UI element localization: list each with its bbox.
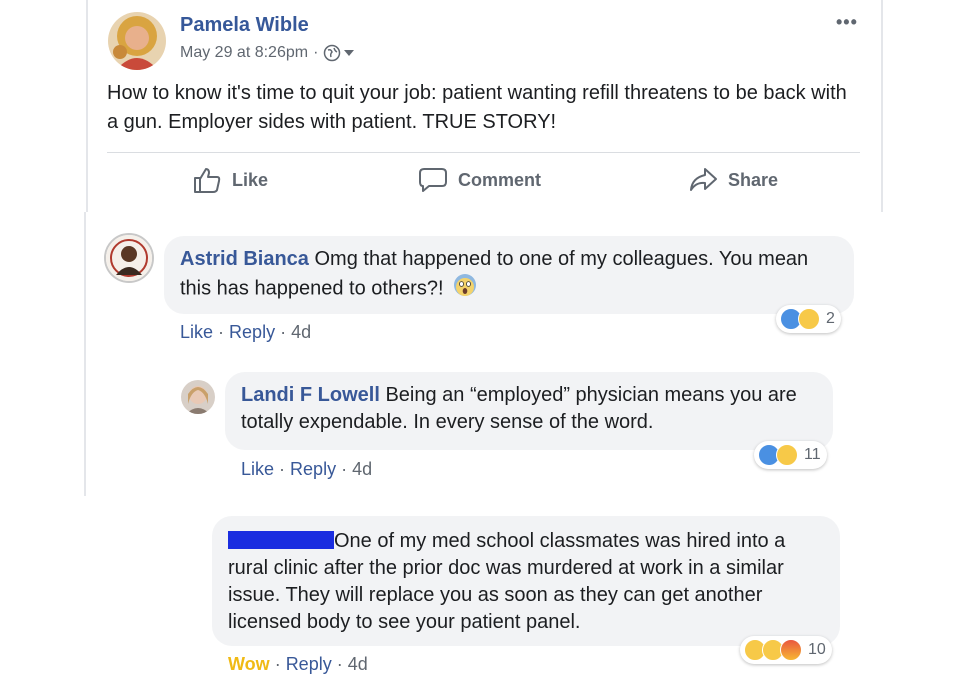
separator: · <box>218 322 230 342</box>
wow-reaction-link[interactable]: Wow <box>228 654 270 674</box>
reply-author[interactable]: Landi F Lowell <box>241 384 380 406</box>
separator: · <box>280 322 292 342</box>
share-label: Share <box>728 169 779 190</box>
globe-icon[interactable] <box>323 44 355 62</box>
comment-label: Comment <box>458 169 542 190</box>
reply-bubble: One of my med school classmates was hire… <box>212 516 840 646</box>
reaction-count: 2 <box>826 310 835 327</box>
reply-reply-link[interactable]: Reply <box>290 459 336 479</box>
reaction-count: 10 <box>808 641 826 658</box>
comments-edge <box>84 212 86 496</box>
post-author-name[interactable]: Pamela Wible <box>180 14 309 37</box>
like-label: Like <box>232 169 269 190</box>
separator: · <box>336 654 348 674</box>
post-timestamp[interactable]: May 29 at 8:26pm <box>180 44 308 62</box>
meta-separator: · <box>313 44 319 61</box>
post-author-avatar[interactable] <box>108 12 166 70</box>
reaction-summary[interactable]: 2 <box>776 305 841 333</box>
comment-like-link[interactable]: Like <box>180 322 213 342</box>
wow-reaction-icon <box>798 308 820 330</box>
more-options-icon[interactable]: ••• <box>836 12 858 33</box>
reply-bubble: Landi F Lowell Being an “employed” physi… <box>225 372 833 450</box>
comment-avatar[interactable] <box>104 233 154 283</box>
like-button[interactable]: Like <box>192 166 268 194</box>
reply-actions: Wow · Reply · 4d <box>228 654 368 675</box>
post-text: How to know it's time to quit your job: … <box>107 82 847 133</box>
angry-reaction-icon <box>780 639 802 661</box>
separator: · <box>341 459 353 479</box>
comment-age[interactable]: 4d <box>291 322 311 342</box>
comment-button[interactable]: Comment <box>418 166 541 194</box>
reply-reply-link[interactable]: Reply <box>286 654 332 674</box>
comment-reply-link[interactable]: Reply <box>229 322 275 342</box>
separator: · <box>274 654 286 674</box>
comment-actions: Like · Reply · 4d <box>180 322 311 343</box>
separator: · <box>279 459 291 479</box>
reply-avatar[interactable] <box>181 380 215 414</box>
post-meta: May 29 at 8:26pm · <box>180 44 355 62</box>
reply-age[interactable]: 4d <box>348 654 368 674</box>
comment-icon <box>419 168 447 192</box>
reply-age[interactable]: 4d <box>352 459 372 479</box>
comment-author[interactable]: Astrid Bianca <box>180 248 309 270</box>
reaction-count: 11 <box>804 446 821 463</box>
reaction-summary[interactable]: 11 <box>754 441 827 469</box>
reaction-summary[interactable]: 10 <box>740 636 832 664</box>
scream-emoji-icon <box>453 273 477 305</box>
reply-like-link[interactable]: Like <box>241 459 274 479</box>
post-divider <box>107 152 860 153</box>
caret-down-icon <box>344 50 355 56</box>
sad-reaction-icon <box>776 444 798 466</box>
share-arrow-icon <box>690 168 717 191</box>
comment-bubble: Astrid Bianca Omg that happened to one o… <box>164 236 854 314</box>
share-button[interactable]: Share <box>688 166 778 194</box>
redacted-name-bar <box>228 531 334 549</box>
thumbs-up-icon <box>194 168 221 193</box>
reply-actions: Like · Reply · 4d <box>241 459 372 480</box>
